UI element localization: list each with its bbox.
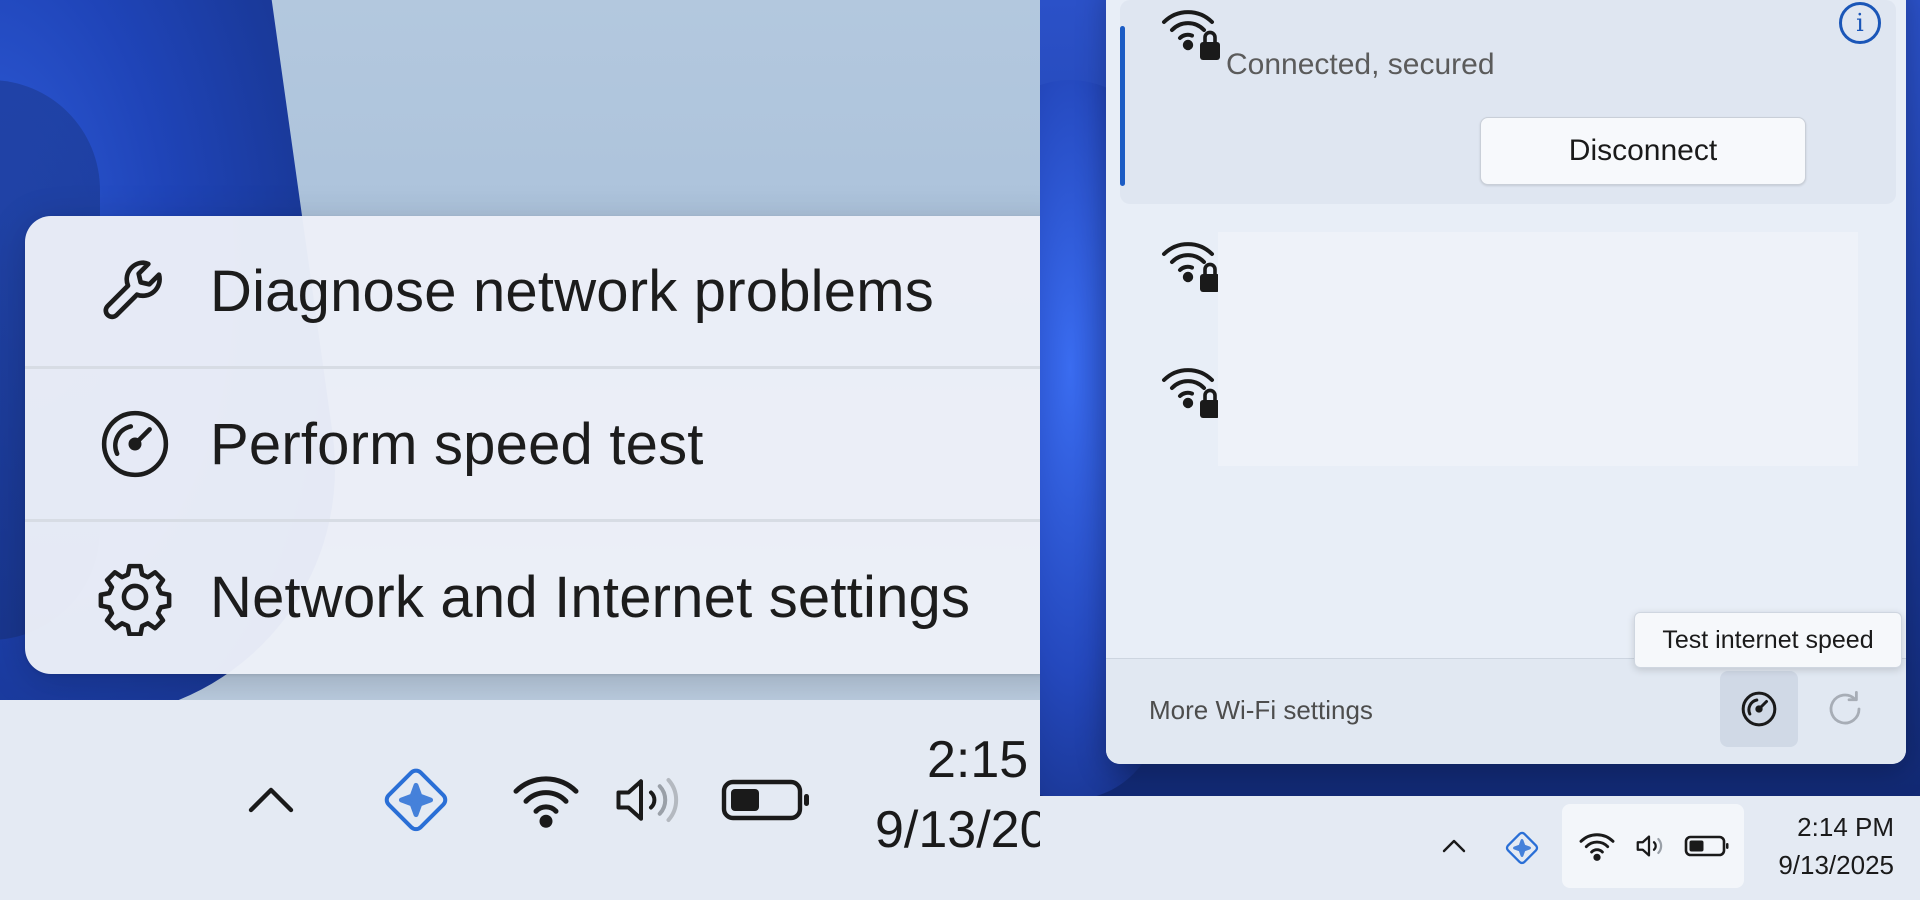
disconnect-button[interactable]: Disconnect bbox=[1480, 117, 1806, 185]
battery-icon[interactable] bbox=[716, 764, 816, 836]
more-wifi-settings-link[interactable]: More Wi-Fi settings bbox=[1149, 695, 1373, 726]
info-icon[interactable]: i bbox=[1839, 2, 1881, 44]
speedometer-icon bbox=[1741, 691, 1777, 727]
connected-network-card[interactable]: Connected, secured i Disconnect bbox=[1120, 0, 1896, 204]
copilot-icon[interactable] bbox=[1498, 824, 1546, 872]
menu-item-label: Perform speed test bbox=[210, 411, 704, 477]
gear-icon bbox=[85, 547, 185, 647]
flyout-footer: More Wi-Fi settings bbox=[1106, 658, 1906, 764]
refresh-button[interactable] bbox=[1806, 671, 1884, 747]
menu-item-diagnose[interactable]: Diagnose network problems bbox=[25, 216, 1040, 366]
volume-icon bbox=[1636, 835, 1663, 857]
secured-wifi-icon bbox=[1162, 242, 1220, 292]
copilot-icon[interactable] bbox=[366, 750, 466, 850]
left-zoom-panel: Diagnose network problems Perform speed … bbox=[0, 0, 1040, 900]
selection-accent-bar bbox=[1120, 26, 1125, 186]
clock-time[interactable]: 2:14 PM bbox=[1797, 812, 1894, 843]
right-wifi-panel: Connected, secured i Disconnect More Wi-… bbox=[1040, 0, 1920, 900]
wifi-network-item[interactable] bbox=[1120, 224, 1896, 358]
taskbar: 2:14 PM 9/13/2025 bbox=[1040, 796, 1920, 900]
wifi-icon[interactable] bbox=[506, 760, 586, 840]
menu-item-label: Network and Internet settings bbox=[210, 564, 971, 630]
battery-icon bbox=[1684, 835, 1729, 857]
menu-item-speed-test[interactable]: Perform speed test bbox=[25, 369, 1040, 519]
wifi-icon bbox=[1579, 833, 1615, 861]
connection-status: Connected, secured bbox=[1226, 48, 1495, 81]
secured-wifi-icon bbox=[1162, 368, 1220, 418]
refresh-icon bbox=[1829, 690, 1861, 725]
show-hidden-icons-chevron-icon[interactable] bbox=[236, 770, 306, 830]
clock-date[interactable]: 9/13/20 bbox=[875, 800, 1040, 860]
speedometer-icon bbox=[85, 394, 185, 494]
wrench-icon bbox=[85, 241, 185, 341]
clock-date[interactable]: 9/13/2025 bbox=[1778, 850, 1894, 881]
show-hidden-icons-chevron-icon[interactable] bbox=[1434, 826, 1474, 866]
taskbar-zoomed: 2:15 9/13/20 bbox=[0, 700, 1040, 900]
wifi-network-item[interactable] bbox=[1120, 340, 1896, 476]
redacted-network-name bbox=[1218, 340, 1858, 466]
quick-settings-tray[interactable] bbox=[1562, 804, 1744, 888]
menu-item-label: Diagnose network problems bbox=[210, 258, 934, 324]
speed-test-button[interactable] bbox=[1720, 671, 1798, 747]
network-context-menu: Diagnose network problems Perform speed … bbox=[25, 216, 1040, 674]
menu-item-network-settings[interactable]: Network and Internet settings bbox=[25, 522, 1040, 672]
speed-test-tooltip: Test internet speed bbox=[1634, 612, 1902, 668]
secured-wifi-icon bbox=[1162, 10, 1220, 60]
volume-icon[interactable] bbox=[606, 760, 696, 840]
clock-time[interactable]: 2:15 bbox=[927, 730, 1028, 790]
